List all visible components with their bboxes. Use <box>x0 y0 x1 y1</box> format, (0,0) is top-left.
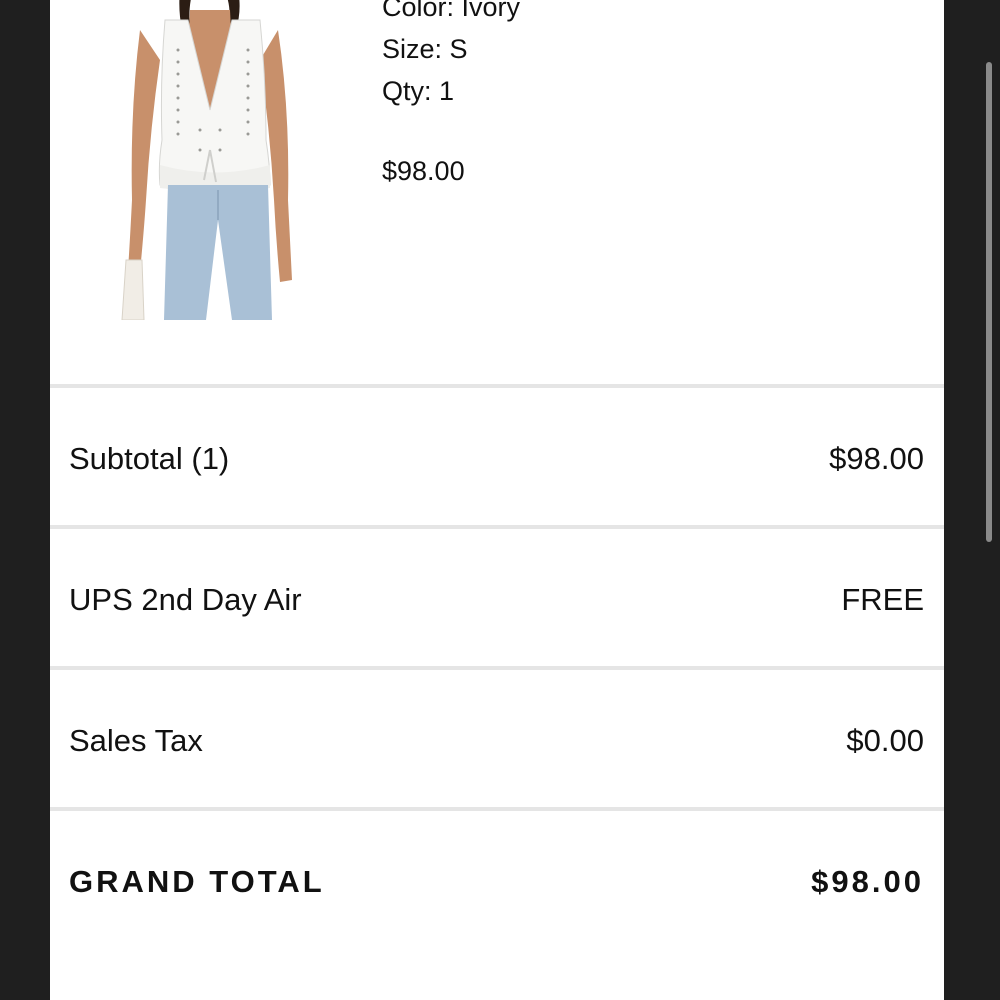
subtotal-row: Subtotal (1) $98.00 <box>50 390 944 527</box>
sales-tax-value: $0.00 <box>846 722 924 758</box>
product-price: $98.00 <box>382 156 465 186</box>
product-details: Color: Ivory Size: S Qty: 1 $98.00 <box>382 0 520 192</box>
grand-total-row: GRAND TOTAL $98.00 <box>50 813 944 950</box>
sales-tax-label: Sales Tax <box>69 722 203 758</box>
scrollbar-thumb[interactable] <box>986 62 992 542</box>
shipping-value: FREE <box>841 581 924 617</box>
subtotal-value: $98.00 <box>829 440 924 476</box>
divider <box>50 384 944 388</box>
subtotal-label: Subtotal (1) <box>69 440 230 476</box>
grand-total-value: $98.00 <box>811 863 924 899</box>
divider <box>50 525 944 529</box>
shipping-row: UPS 2nd Day Air FREE <box>50 531 944 668</box>
product-quantity: Qty: 1 <box>382 76 455 106</box>
product-size: Size: S <box>382 34 468 64</box>
product-image[interactable] <box>120 0 300 320</box>
app-viewport: Color: Ivory Size: S Qty: 1 $98.00 Subto… <box>0 0 1000 1000</box>
divider <box>50 666 944 670</box>
product-color: Color: Ivory <box>382 0 521 22</box>
sales-tax-row: Sales Tax $0.00 <box>50 672 944 809</box>
divider <box>50 807 944 811</box>
shipping-label: UPS 2nd Day Air <box>69 581 302 617</box>
grand-total-label: GRAND TOTAL <box>69 863 325 899</box>
order-summary-sheet: Color: Ivory Size: S Qty: 1 $98.00 Subto… <box>50 0 944 1000</box>
product-card[interactable]: Color: Ivory Size: S Qty: 1 $98.00 <box>50 0 944 385</box>
